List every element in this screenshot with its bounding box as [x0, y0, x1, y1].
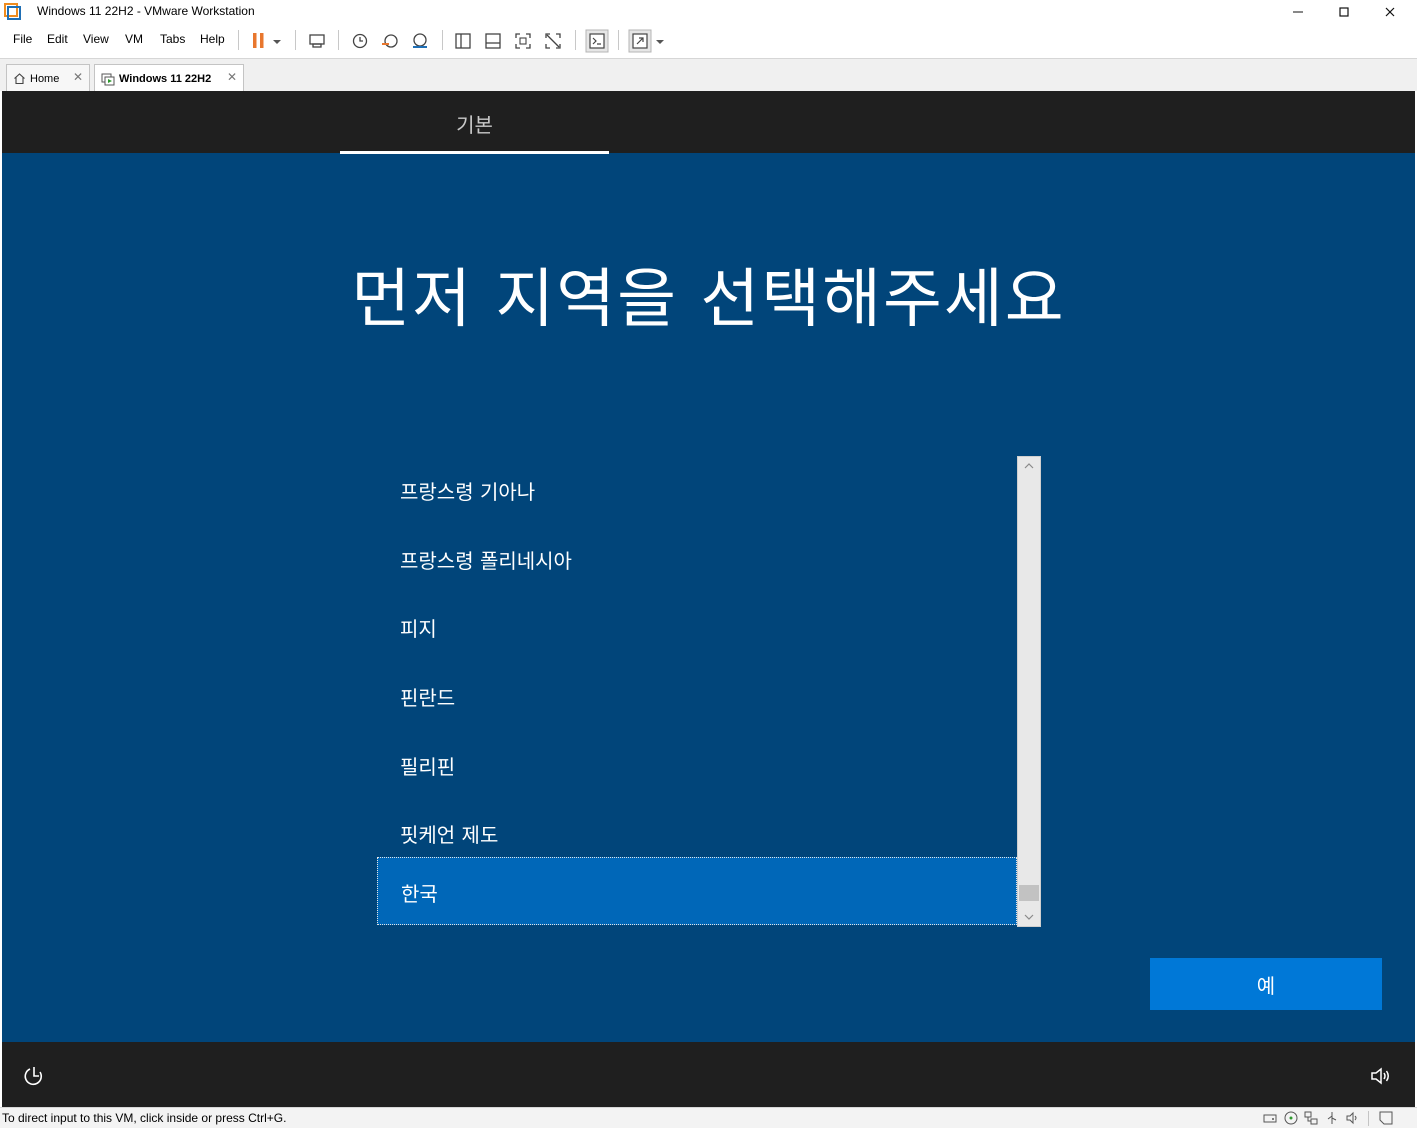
toolbar-separator [338, 30, 339, 50]
sound-card-icon[interactable] [1344, 1110, 1360, 1126]
scroll-thumb[interactable] [1019, 885, 1039, 901]
region-list[interactable]: 프랑스령 기아나 프랑스령 폴리네시아 피지 핀란드 필리핀 핏케언 제도 한국 [377, 456, 1041, 927]
maximize-icon [1339, 7, 1349, 17]
list-item-label: 필리핀 [400, 755, 456, 779]
toolbar-separator [295, 30, 296, 50]
send-ctrl-alt-del-icon[interactable] [306, 30, 328, 52]
snapshot-icon[interactable] [349, 30, 371, 52]
oobe-header: 기본 [2, 91, 1415, 154]
cd-dvd-icon[interactable] [1283, 1110, 1299, 1126]
list-item[interactable]: 핀란드 [377, 662, 1017, 730]
full-screen-icon[interactable] [512, 30, 534, 52]
pause-icon[interactable] [248, 30, 270, 52]
menu-vm[interactable]: VM [125, 32, 143, 46]
toolbar-separator [238, 30, 239, 50]
scroll-up-icon[interactable] [1018, 457, 1040, 475]
accessibility-icon[interactable] [22, 1064, 46, 1088]
window-title: Windows 11 22H2 - VMware Workstation [37, 4, 255, 18]
maximize-button[interactable] [1321, 0, 1367, 24]
vmware-app-icon [4, 3, 21, 20]
list-item-label: 한국 [401, 882, 438, 906]
revert-snapshot-icon[interactable] [379, 30, 401, 52]
list-item[interactable]: 피지 [377, 593, 1017, 661]
list-item[interactable]: 필리핀 [377, 731, 1017, 799]
tab-close-icon[interactable]: ✕ [227, 70, 237, 84]
menu-view[interactable]: View [83, 32, 109, 46]
home-icon [14, 73, 25, 85]
status-bar: To direct input to this VM, click inside… [0, 1107, 1417, 1128]
list-item-selected[interactable]: 한국 [377, 857, 1017, 925]
message-log-icon[interactable] [1378, 1110, 1394, 1126]
vm-tab-icon [101, 73, 115, 86]
hard-disk-icon[interactable] [1262, 1110, 1278, 1126]
oobe-tab-underline [340, 151, 609, 154]
tab-strip: Home ✕ Windows 11 22H2 ✕ [0, 58, 1417, 92]
menu-file[interactable]: File [13, 32, 32, 46]
title-bar: Windows 11 22H2 - VMware Workstation [0, 0, 1417, 24]
close-button[interactable] [1367, 0, 1413, 24]
snapshot-manager-icon[interactable] [409, 30, 431, 52]
unity-icon[interactable] [542, 30, 564, 52]
oobe-section-tab: 기본 [456, 113, 493, 137]
toolbar-separator [575, 30, 576, 50]
tab-close-icon[interactable]: ✕ [73, 70, 83, 84]
list-item[interactable]: 프랑스령 폴리네시아 [377, 525, 1017, 593]
status-separator [1368, 1111, 1369, 1126]
minimize-button[interactable] [1275, 0, 1321, 24]
oobe-footer [2, 1042, 1415, 1107]
list-scrollbar[interactable] [1017, 456, 1041, 927]
list-item-label: 핏케언 제도 [400, 823, 499, 847]
list-item-label: 프랑스령 기아나 [400, 480, 536, 504]
console-view-icon[interactable] [585, 29, 609, 53]
toolbar-separator [442, 30, 443, 50]
show-thumbnail-bar-icon[interactable] [482, 30, 504, 52]
vm-display[interactable]: 기본 먼저 지역을 선택해주세요 프랑스령 기아나 프랑스령 폴리네시아 피지 … [2, 91, 1415, 1107]
status-text: To direct input to this VM, click inside… [2, 1111, 287, 1125]
yes-button[interactable]: 예 [1150, 958, 1382, 1010]
tab-windows-11[interactable]: Windows 11 22H2 ✕ [94, 64, 244, 92]
list-item-label: 프랑스령 폴리네시아 [400, 549, 572, 573]
tab-windows-11-label: Windows 11 22H2 [119, 73, 212, 85]
menu-tabs[interactable]: Tabs [160, 32, 185, 46]
pause-dropdown-icon[interactable] [270, 30, 284, 52]
menu-edit[interactable]: Edit [47, 32, 68, 46]
list-item-label: 피지 [400, 617, 437, 641]
usb-icon[interactable] [1324, 1110, 1340, 1126]
close-icon [1385, 7, 1395, 17]
minimize-icon [1293, 11, 1303, 13]
stretch-dropdown-icon[interactable] [653, 30, 667, 52]
menu-help[interactable]: Help [200, 32, 225, 46]
stretch-guest-icon[interactable] [628, 29, 652, 53]
menu-toolbar: File Edit View VM Tabs Help [0, 24, 1417, 56]
network-icon[interactable] [1303, 1110, 1319, 1126]
list-item-label: 핀란드 [400, 686, 456, 710]
scroll-down-icon[interactable] [1018, 908, 1040, 926]
tab-home-label: Home [30, 73, 60, 85]
show-library-icon[interactable] [452, 30, 474, 52]
list-item[interactable]: 프랑스령 기아나 [377, 456, 1017, 524]
page-title: 먼저 지역을 선택해주세요 [351, 263, 1066, 337]
tab-home[interactable]: Home ✕ [6, 64, 90, 92]
volume-icon[interactable] [1368, 1064, 1392, 1088]
toolbar-separator [618, 30, 619, 50]
